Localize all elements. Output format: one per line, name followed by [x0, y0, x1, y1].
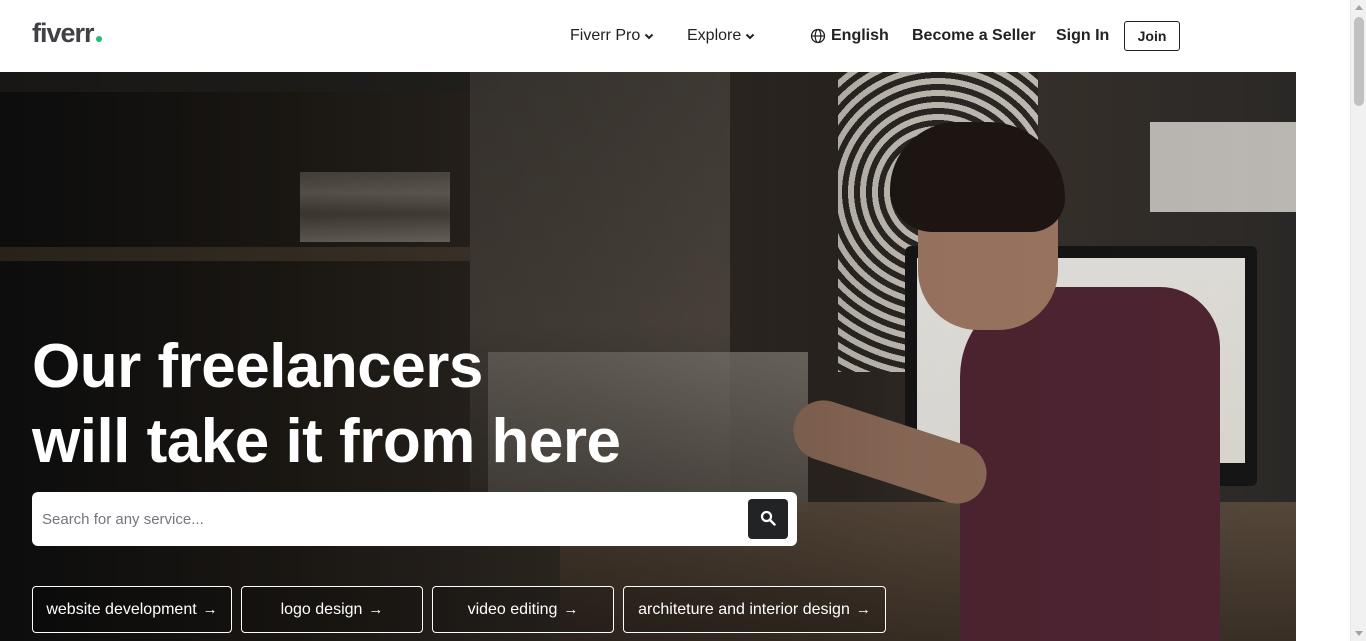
search-icon — [760, 510, 776, 529]
search-button[interactable] — [748, 499, 788, 539]
arrow-right-icon: → — [202, 601, 218, 618]
become-seller-link[interactable]: Become a Seller — [912, 24, 1036, 48]
arrow-right-icon: → — [855, 601, 871, 618]
chip-label: video editing — [467, 600, 558, 618]
suggestion-chip-architecture-interior-design[interactable]: architeture and interior design → — [623, 586, 886, 633]
suggestion-chip-video-editing[interactable]: video editing → — [432, 586, 614, 633]
sign-in-link[interactable]: Sign In — [1056, 24, 1109, 48]
scrollbar-thumb[interactable] — [1354, 17, 1364, 106]
language-label: English — [831, 27, 889, 44]
hero-section: Our freelancers will take it from here w… — [0, 72, 1296, 641]
hero-headline: Our freelancers will take it from here — [32, 329, 732, 479]
globe-icon — [810, 28, 826, 44]
fiverr-logo[interactable]: fiverr — [32, 18, 102, 49]
arrow-right-icon: → — [563, 601, 579, 618]
scroll-down-arrow-icon[interactable] — [1355, 631, 1363, 636]
arrow-right-icon: → — [368, 601, 384, 618]
join-button[interactable]: Join — [1124, 21, 1180, 51]
nav-fiverr-pro-label: Fiverr Pro — [570, 27, 641, 44]
suggestion-chip-website-development[interactable]: website development → — [32, 586, 232, 633]
nav-fiverr-pro[interactable]: Fiverr Pro — [570, 24, 655, 48]
chip-label: architeture and interior design — [638, 600, 850, 618]
logo-text: fiverr — [32, 18, 95, 48]
nav-explore-label: Explore — [687, 27, 742, 44]
scroll-up-arrow-icon[interactable] — [1355, 5, 1363, 10]
language-selector[interactable]: English — [810, 24, 889, 48]
chip-label: website development — [46, 600, 197, 618]
logo-dot — [95, 36, 102, 42]
site-header: fiverr Fiverr Pro Explore English Become… — [0, 0, 1350, 72]
suggestion-chip-logo-design[interactable]: logo design → — [241, 586, 423, 633]
chevron-down-icon — [643, 30, 655, 42]
search-bar — [32, 492, 797, 546]
page-scrollbar[interactable] — [1350, 0, 1366, 641]
hero-headline-line-1: Our freelancers — [32, 332, 483, 401]
hero-headline-line-2: will take it from here — [32, 407, 621, 476]
sign-in-label: Sign In — [1056, 27, 1110, 44]
become-seller-label: Become a Seller — [912, 27, 1036, 44]
search-input[interactable] — [42, 492, 742, 546]
chevron-down-icon — [744, 30, 756, 42]
chip-label: logo design — [280, 600, 363, 618]
nav-explore[interactable]: Explore — [687, 24, 756, 48]
